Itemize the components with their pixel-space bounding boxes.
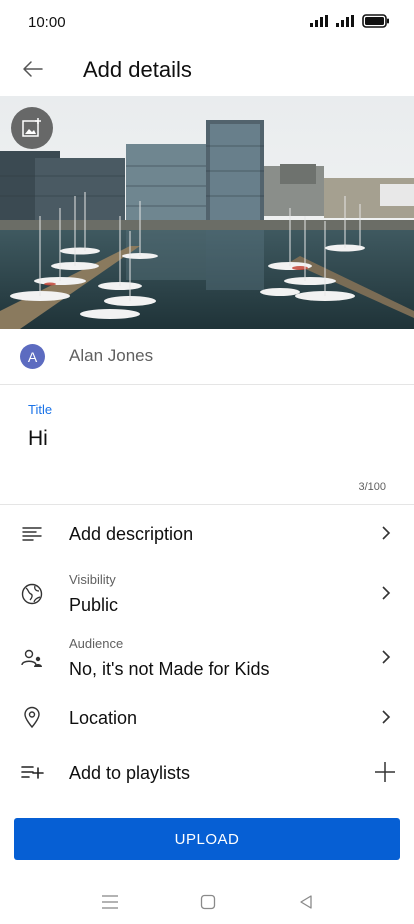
character-count: 3/100	[358, 481, 386, 493]
location-pin-icon	[20, 705, 44, 729]
square-icon	[200, 894, 216, 910]
globe-icon	[20, 582, 44, 606]
triangle-back-icon	[300, 895, 312, 909]
upload-button[interactable]: UPLOAD	[14, 818, 400, 860]
change-thumbnail-button[interactable]	[11, 107, 53, 149]
title-field[interactable]: Title Hi 3/100	[0, 385, 414, 505]
add-to-playlists-label: Add to playlists	[69, 763, 191, 783]
back-nav-button[interactable]	[294, 890, 318, 914]
signal-icon	[310, 15, 328, 27]
audience-icon	[20, 646, 44, 670]
audience-row[interactable]: Audience No, it's not Made for Kids	[0, 628, 414, 690]
chevron-right-icon	[378, 525, 394, 541]
status-time: 10:00	[28, 14, 66, 31]
location-row[interactable]: Location	[0, 692, 414, 744]
menu-icon	[102, 895, 118, 909]
account-name: Alan Jones	[69, 346, 154, 365]
app-bar: Add details	[0, 46, 414, 94]
add-icon[interactable]	[374, 761, 396, 783]
add-description-label: Add description	[69, 524, 194, 544]
system-nav-bar	[0, 880, 414, 924]
playlist-add-icon	[20, 760, 44, 784]
visibility-caption: Visibility	[69, 572, 116, 587]
arrow-back-icon	[23, 61, 43, 77]
home-nav-button[interactable]	[196, 890, 220, 914]
avatar: A	[20, 344, 45, 369]
location-label: Location	[69, 708, 138, 728]
audience-value: No, it's not Made for Kids	[69, 659, 270, 679]
visibility-row[interactable]: Visibility Public	[0, 564, 414, 626]
menu-nav-button[interactable]	[98, 890, 122, 914]
harbor-image	[0, 96, 414, 329]
status-bar: 10:00	[0, 0, 414, 46]
title-label: Title	[28, 402, 53, 417]
account-row: A Alan Jones	[0, 329, 414, 385]
add-to-playlists-row[interactable]: Add to playlists	[0, 746, 414, 800]
status-icons	[310, 14, 390, 28]
back-button[interactable]	[18, 54, 48, 84]
chevron-right-icon	[378, 649, 394, 665]
description-icon	[20, 522, 44, 546]
add-photo-icon	[22, 118, 41, 137]
video-thumbnail[interactable]	[0, 96, 414, 329]
battery-icon	[362, 14, 389, 28]
visibility-value: Public	[69, 595, 119, 615]
title-input[interactable]: Hi	[28, 427, 48, 451]
add-description-row[interactable]: Add description	[0, 506, 414, 562]
page-title: Add details	[83, 57, 192, 82]
chevron-right-icon	[378, 709, 394, 725]
signal-icon-2	[336, 15, 354, 27]
chevron-right-icon	[378, 585, 394, 601]
audience-caption: Audience	[69, 636, 124, 651]
